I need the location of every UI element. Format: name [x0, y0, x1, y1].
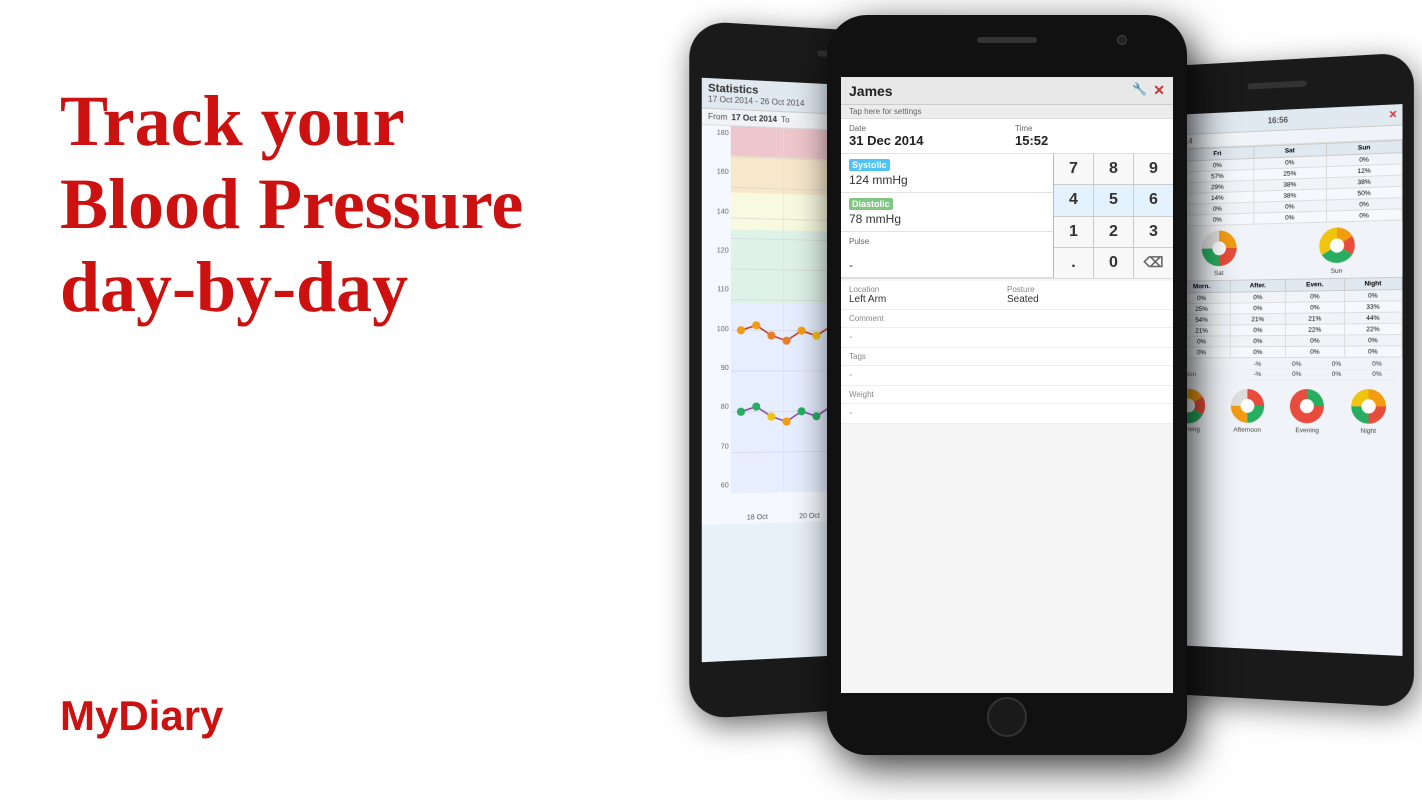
numpad-2[interactable]: 2 — [1094, 217, 1133, 247]
night-pie: Night — [1349, 387, 1388, 435]
date-cell: Date 31 Dec 2014 — [841, 119, 1007, 153]
time-col-evening: Even. — [1286, 278, 1344, 291]
from-label: From — [708, 112, 727, 122]
numpad-1[interactable]: 1 — [1054, 217, 1093, 247]
entry-settings-link[interactable]: Tap here for settings — [841, 105, 1173, 119]
numpad-dot[interactable]: . — [1054, 248, 1093, 278]
numpad-3[interactable]: 3 — [1134, 217, 1173, 247]
sun-pie-item: Sun — [1316, 225, 1356, 275]
afternoon-label: Afternoon — [1233, 427, 1261, 434]
systolic-value[interactable]: 124 mmHg — [849, 173, 908, 187]
time-col-night: Night — [1344, 277, 1402, 290]
location-posture-row: Location Left Arm Posture Seated — [841, 281, 1173, 310]
evening-pie: Evening — [1288, 387, 1326, 434]
entry-form: Date 31 Dec 2014 Time 15:52 — [841, 119, 1173, 154]
main-title: Track your Blood Pressure day-by-day — [60, 80, 680, 328]
pie-close-icon[interactable]: ✕ — [1389, 109, 1398, 121]
entry-screen: James 🔧 ✕ Tap here for settings Date 31 … — [841, 77, 1173, 693]
comment-label: Comment — [849, 314, 1165, 323]
date-value[interactable]: 31 Dec 2014 — [849, 133, 923, 148]
user-name: James — [849, 83, 893, 99]
entry-info-section: Location Left Arm Posture Seated Comment — [841, 281, 1173, 424]
sat-label: Sat — [1214, 270, 1223, 277]
pulse-value[interactable]: - — [849, 258, 853, 272]
to-label: To — [781, 115, 790, 124]
pie-time: 16:56 — [1268, 115, 1288, 125]
phone-mid-screen: James 🔧 ✕ Tap here for settings Date 31 … — [841, 77, 1173, 693]
title-line1: Track your — [60, 81, 405, 161]
four-pies-row: Morning Afternoon — [1157, 382, 1403, 437]
afternoon-pie: Afternoon — [1229, 387, 1266, 434]
location-col: Location Left Arm — [849, 285, 1007, 305]
numpad: 7 8 9 4 5 6 1 2 3 . 0 ⌫ — [1053, 154, 1173, 278]
comment-row: Comment — [841, 310, 1173, 328]
time-label: Time — [1015, 124, 1165, 133]
night-label: Night — [1361, 428, 1377, 435]
entry-header-icons: 🔧 ✕ — [1132, 82, 1165, 99]
phone-right-screen: ⇧ 16:56 ✕ Oct 2014 Fri Sat Sun — [1157, 104, 1403, 656]
numpad-8[interactable]: 8 — [1094, 154, 1133, 184]
phone-mid-speaker — [977, 37, 1037, 43]
sun-label: Sun — [1331, 268, 1343, 275]
hypotension-status-row: Hypotension -% 0% 0% 0% — [1162, 370, 1398, 380]
phone-right-speaker — [1247, 80, 1306, 89]
stats-title-block: Statistics 17 Oct 2014 - 26 Oct 2014 — [708, 82, 804, 108]
location-value[interactable]: Left Arm — [849, 294, 1007, 305]
time-col-afternoon: After. — [1230, 279, 1286, 292]
measure-rows-container: Systolic 124 mmHg Diastolic 78 mmHg — [841, 154, 1173, 279]
weight-row: Weight — [841, 386, 1173, 404]
app-name: MyDiary — [60, 692, 223, 740]
phone-mid-camera — [1117, 35, 1127, 45]
pie-screen: ⇧ 16:56 ✕ Oct 2014 Fri Sat Sun — [1157, 104, 1403, 656]
time-value[interactable]: 15:52 — [1015, 133, 1048, 148]
normal-status-row: Normal -% 0% 0% 0% — [1162, 360, 1398, 371]
evening-label: Evening — [1295, 427, 1319, 434]
phone-mid: James 🔧 ✕ Tap here for settings Date 31 … — [827, 15, 1187, 755]
posture-label: Posture — [1007, 285, 1165, 294]
systolic-label: Systolic — [849, 159, 890, 171]
table-row: 0%0%0%0% — [1157, 346, 1402, 358]
posture-value[interactable]: Seated — [1007, 294, 1165, 305]
sat-sun-pie-row: Sat Sun — [1157, 221, 1403, 282]
location-label: Location — [849, 285, 1007, 294]
title-line3: day-by-day — [60, 247, 408, 327]
numpad-6[interactable]: 6 — [1134, 185, 1173, 215]
date-label: Date — [849, 124, 999, 133]
left-section: Track your Blood Pressure day-by-day — [60, 80, 680, 328]
time-table: Morn. After. Even. Night 0%0%0%0% 25%0%0… — [1157, 277, 1403, 359]
time-cell: Time 15:52 — [1007, 119, 1173, 153]
tags-row: Tags — [841, 348, 1173, 366]
title-line2: Blood Pressure — [60, 164, 523, 244]
weight-col: Weight — [849, 390, 1165, 399]
weight-value[interactable]: - — [841, 404, 1173, 424]
comment-col: Comment — [849, 314, 1165, 323]
numpad-backspace[interactable]: ⌫ — [1134, 248, 1173, 278]
entry-header: James 🔧 ✕ — [841, 77, 1173, 105]
pie-status-rows: Normal -% 0% 0% 0% Hypotension -% 0% 0% … — [1157, 358, 1403, 383]
from-date: 17 Oct 2014 — [731, 113, 776, 124]
numpad-7[interactable]: 7 — [1054, 154, 1093, 184]
numpad-0[interactable]: 0 — [1094, 248, 1133, 278]
tags-label: Tags — [849, 352, 1165, 361]
entry-close-icon[interactable]: ✕ — [1153, 82, 1165, 99]
comment-value[interactable]: - — [841, 328, 1173, 348]
pie-day-table: Fri Sat Sun 0%0%0% 57%25%12% 29%38%38% 1… — [1157, 140, 1403, 227]
numpad-9[interactable]: 9 — [1134, 154, 1173, 184]
tags-value[interactable]: - — [841, 366, 1173, 386]
phone-mid-home-btn[interactable] — [987, 697, 1027, 737]
phones-area: Statistics 17 Oct 2014 - 26 Oct 2014 ⚙ F… — [672, 0, 1422, 800]
posture-col: Posture Seated — [1007, 285, 1165, 305]
date-time-row: Date 31 Dec 2014 Time 15:52 — [841, 119, 1173, 154]
sat-pie-item: Sat — [1199, 228, 1238, 277]
entry-settings-icon[interactable]: 🔧 — [1132, 82, 1147, 99]
diastolic-value[interactable]: 78 mmHg — [849, 212, 901, 226]
numpad-5[interactable]: 5 — [1094, 185, 1133, 215]
chart-y-axis: 180 160 140 120 110 100 90 80 70 60 — [702, 125, 731, 494]
tags-col: Tags — [849, 352, 1165, 361]
weight-label: Weight — [849, 390, 1165, 399]
diastolic-label: Diastolic — [849, 198, 893, 210]
numpad-4[interactable]: 4 — [1054, 185, 1093, 215]
